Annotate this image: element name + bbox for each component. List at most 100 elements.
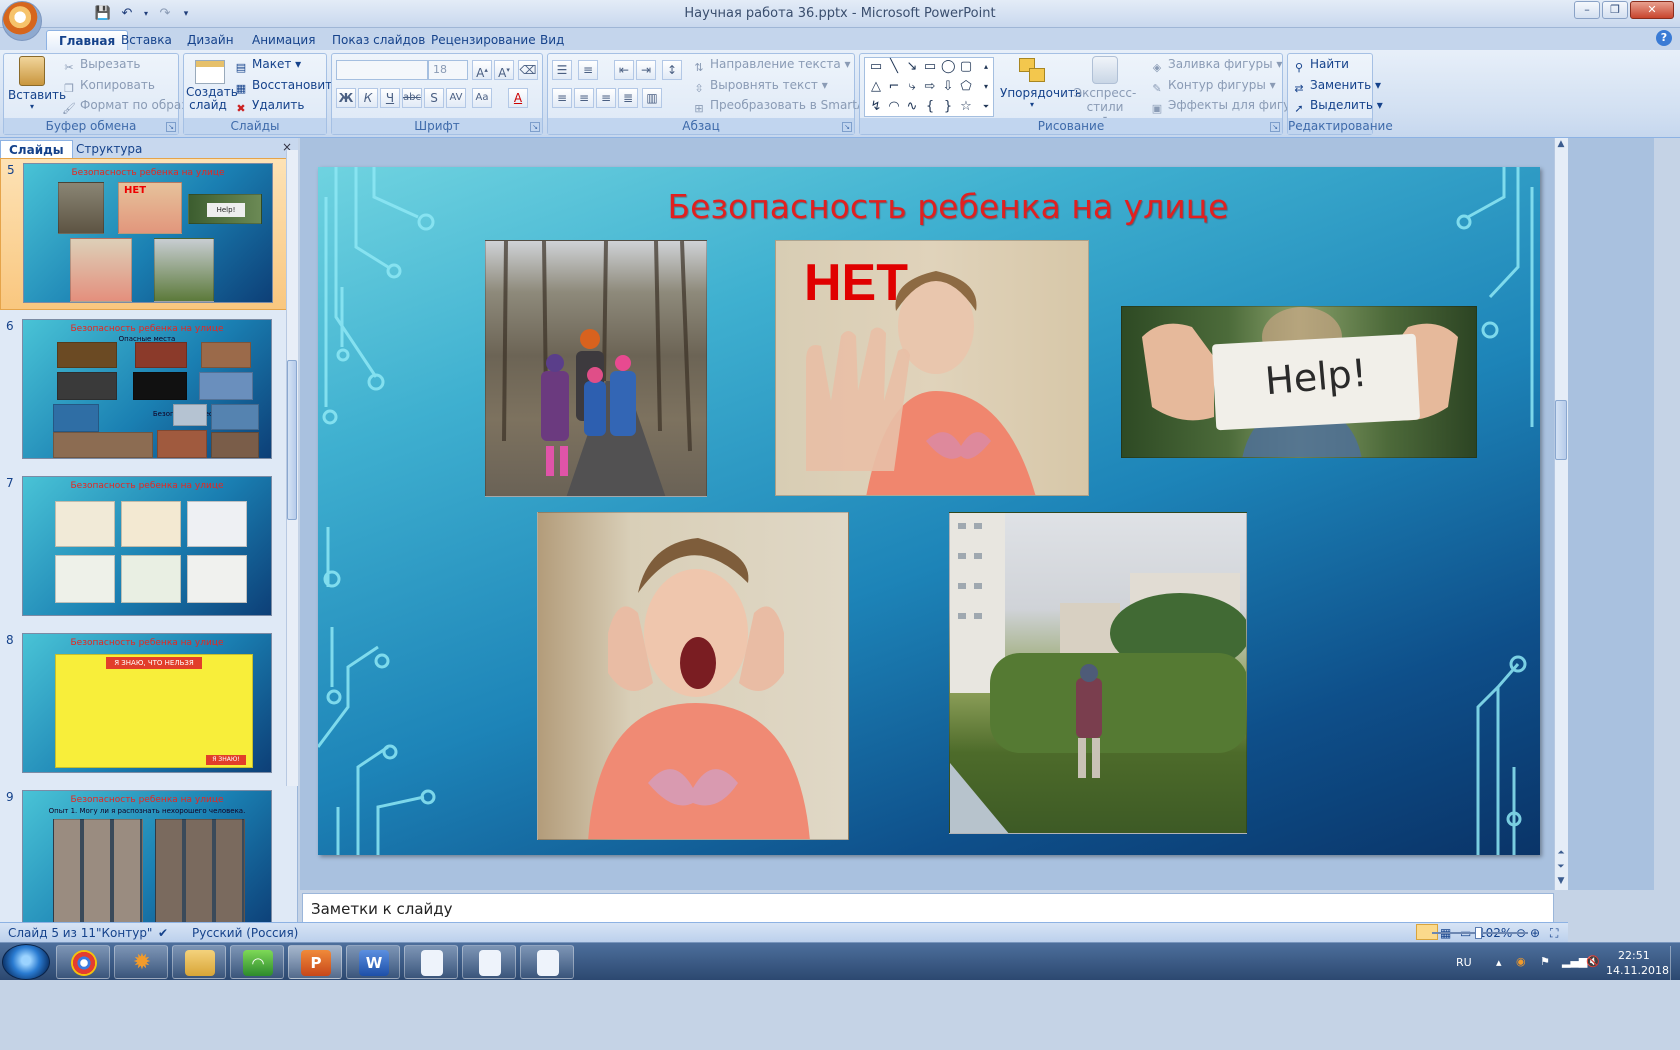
lightning-shape-icon[interactable]: ↯	[869, 100, 883, 114]
prev-slide-icon[interactable]: ⏶	[1555, 848, 1567, 862]
next-slide-icon[interactable]: ⏷	[1555, 862, 1567, 876]
textbox-shape-icon[interactable]: ▭	[869, 60, 883, 74]
taskbar-powerpoint[interactable]: P	[288, 945, 342, 979]
minimize-icon[interactable]: –	[1574, 1, 1600, 19]
spacing-icon[interactable]: AV	[446, 88, 466, 108]
clear-format-icon[interactable]: ⌫	[518, 60, 538, 80]
office-button-icon[interactable]	[2, 1, 42, 41]
paste-button[interactable]: Вставить ▾	[8, 56, 66, 111]
scroll-up-icon[interactable]: ▲	[1555, 139, 1567, 153]
down-arrow-shape-icon[interactable]: ⇩	[941, 80, 955, 94]
pane-scroll-thumb[interactable]	[287, 360, 297, 520]
quick-styles-button[interactable]: Экспресс-стили ▾	[1066, 56, 1144, 123]
arrange-button[interactable]: Упорядочить ▾	[1000, 56, 1082, 109]
shape-fill-button[interactable]: ◈ Заливка фигуры ▾	[1150, 57, 1283, 75]
tab-insert[interactable]: Вставка	[109, 30, 184, 50]
gallery-down-icon[interactable]: ▾	[979, 80, 993, 94]
restore-icon[interactable]: ❐	[1602, 1, 1628, 19]
slide-thumbnail-9[interactable]: 9 Безопасность ребенка на улице Опыт 1. …	[0, 786, 288, 938]
flag-icon[interactable]: ⚑	[1540, 955, 1550, 968]
format-painter-button[interactable]: 🖌 Формат по образцу	[62, 98, 203, 116]
shapes-gallery[interactable]: ▭ ╲ ↘ ▭ ◯ ▢ △ ⌐ ⤷ ⇨ ⇩ ⬠ ↯ ◠ ∿ { } ☆ ▴ ▾ …	[864, 57, 994, 117]
taskbar-network-app[interactable]: ◠	[230, 945, 284, 979]
align-center-icon[interactable]: ≡	[574, 88, 594, 108]
tab-outline-pane[interactable]: Структура	[68, 140, 150, 158]
photo-girl-net[interactable]: НЕТ	[775, 240, 1089, 496]
input-language[interactable]: RU	[1456, 956, 1472, 969]
photo-girl-yard[interactable]	[949, 512, 1247, 834]
language-indicator[interactable]: Русский (Россия)	[192, 926, 298, 940]
brace-right-shape-icon[interactable]: }	[941, 100, 955, 114]
cut-button[interactable]: ✂ Вырезать	[62, 57, 140, 75]
align-right-icon[interactable]: ≡	[596, 88, 616, 108]
columns-icon[interactable]: ▥	[642, 88, 662, 108]
decrease-indent-icon[interactable]: ⇤	[614, 60, 634, 80]
elbow-shape-icon[interactable]: ⌐	[887, 80, 901, 94]
tab-view[interactable]: Вид	[528, 30, 576, 50]
gallery-more-icon[interactable]: ⏷	[979, 100, 993, 114]
zoom-slider-knob[interactable]	[1475, 927, 1482, 939]
slide-canvas[interactable]: Безопасность ребенка на улице НЕТ Help!	[318, 167, 1540, 855]
align-text-button[interactable]: ⇳ Выровнять текст ▾	[692, 78, 827, 96]
underline-icon[interactable]: Ч	[380, 88, 400, 108]
shrink-font-icon[interactable]: A▾	[494, 60, 514, 80]
line-shape-icon[interactable]: ╲	[887, 60, 901, 74]
curve-shape-icon[interactable]: ∿	[905, 100, 919, 114]
fit-slide-icon[interactable]: ⛶	[1550, 926, 1558, 941]
bullets-icon[interactable]: ☰	[552, 60, 572, 80]
tab-slides-pane[interactable]: Слайды	[0, 140, 73, 158]
increase-indent-icon[interactable]: ⇥	[636, 60, 656, 80]
line-spacing-icon[interactable]: ↕	[662, 60, 682, 80]
start-button-icon[interactable]	[2, 944, 50, 980]
triangle-shape-icon[interactable]: △	[869, 80, 883, 94]
close-icon[interactable]: ✕	[1630, 1, 1674, 19]
shape-outline-button[interactable]: ✎ Контур фигуры ▾	[1150, 78, 1275, 96]
copy-button[interactable]: ❐ Копировать	[62, 78, 155, 96]
rectangle-shape-icon[interactable]: ▭	[923, 60, 937, 74]
tab-animation[interactable]: Анимация	[240, 30, 327, 50]
layout-button[interactable]: ▤ Макет ▾	[234, 57, 301, 75]
rounded-rect-shape-icon[interactable]: ▢	[959, 60, 973, 74]
oval-shape-icon[interactable]: ◯	[941, 60, 956, 74]
taskbar-explorer[interactable]	[172, 945, 226, 979]
new-slide-button[interactable]: Создать слайд	[186, 56, 238, 112]
arrow-line-shape-icon[interactable]: ↘	[905, 60, 919, 74]
slide-thumbnail-7[interactable]: 7 Безопасность ребенка на улице	[0, 472, 288, 624]
signal-icon[interactable]: ▂▄▆	[1562, 955, 1587, 968]
tab-design[interactable]: Дизайн	[175, 30, 246, 50]
gallery-up-icon[interactable]: ▴	[979, 60, 993, 74]
pentagon-shape-icon[interactable]: ⬠	[959, 80, 973, 94]
dialog-launcher-icon[interactable]: ↘	[530, 122, 540, 132]
zoom-in-icon[interactable]: ⊕	[1530, 926, 1540, 940]
shadow-text-icon[interactable]: S	[424, 88, 444, 108]
taskbar-document-1[interactable]	[404, 945, 458, 979]
replace-button[interactable]: ⇄ Заменить ▾	[1292, 78, 1381, 96]
slide-thumbnail-6[interactable]: 6 Безопасность ребенка на улице Опасные …	[0, 315, 288, 467]
photo-help-sign[interactable]: Help!	[1121, 306, 1477, 458]
text-direction-button[interactable]: ⇅ Направление текста ▾	[692, 57, 850, 75]
tray-app-icon[interactable]: ◉	[1516, 955, 1526, 968]
slide-title[interactable]: Безопасность ребенка на улице	[578, 187, 1318, 226]
clock-date[interactable]: 14.11.2018	[1606, 964, 1669, 977]
slide-scrollbar[interactable]	[1554, 138, 1568, 890]
taskbar-settings[interactable]: ✹	[114, 945, 168, 979]
taskbar-chrome[interactable]	[56, 945, 110, 979]
shape-effects-button[interactable]: ▣Эффекты для фигур ▾	[1150, 98, 1308, 116]
select-button[interactable]: ➚ Выделить ▾	[1292, 98, 1382, 116]
photo-girl-shouting[interactable]	[537, 512, 849, 840]
show-desktop-button[interactable]	[1670, 946, 1680, 980]
slide-scroll-thumb[interactable]	[1555, 400, 1567, 460]
taskbar-document-3[interactable]	[520, 945, 574, 979]
volume-muted-icon[interactable]: 🔇	[1586, 955, 1600, 968]
dialog-launcher-icon[interactable]: ↘	[842, 122, 852, 132]
delete-slide-button[interactable]: ✖ Удалить	[234, 98, 304, 116]
convert-smartart-button[interactable]: ⊞Преобразовать в SmartArt ▾	[692, 98, 884, 116]
reset-button[interactable]: ▦ Восстановить	[234, 78, 339, 96]
slide-thumbnail-5[interactable]: 5 Безопасность ребенка на улице НЕТ Help…	[0, 158, 288, 310]
strikethrough-icon[interactable]: abc	[402, 88, 422, 108]
help-icon[interactable]: ?	[1656, 30, 1672, 46]
grow-font-icon[interactable]: A▴	[472, 60, 492, 80]
notes-area[interactable]: Заметки к слайду	[302, 893, 1554, 923]
elbow-arrow-shape-icon[interactable]: ⤷	[905, 80, 919, 94]
arc-shape-icon[interactable]: ◠	[887, 100, 901, 114]
